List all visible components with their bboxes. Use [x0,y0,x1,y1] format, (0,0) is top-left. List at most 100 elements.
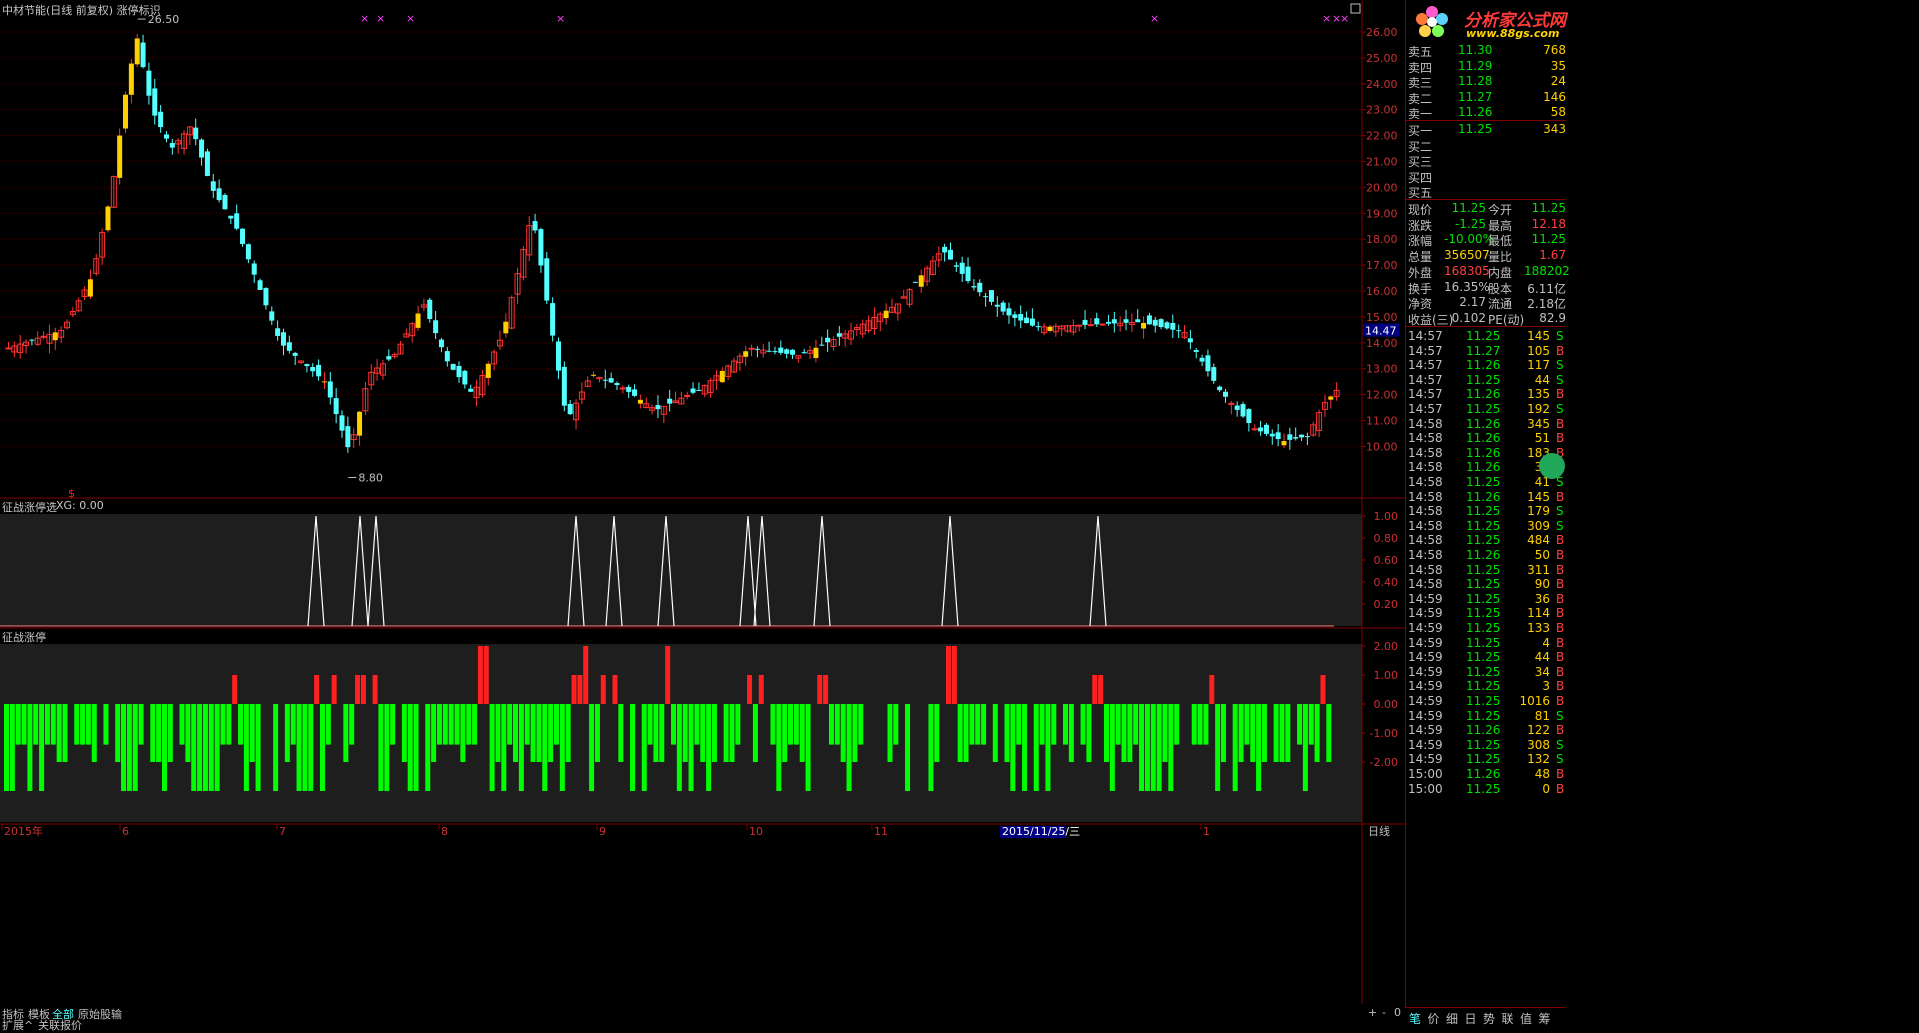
kline-chart[interactable]: 26.00 25.00 24.00 23.00 22.00 21.00 20.00 19.00… [0,0,1405,1004]
tick-cell: 44 [1534,650,1550,665]
candle-down [1193,350,1199,352]
candle-down [696,389,702,391]
cell: 2.17 [1459,295,1486,310]
hist-bar-green [682,704,688,762]
candle-down [199,139,205,158]
tick-cell: 114 [1527,606,1550,621]
bottom-tab[interactable]: 势 [1483,1010,1495,1027]
candle-down [1211,367,1217,381]
cell: 11.30 [1458,43,1493,57]
tick-cell: B [1556,664,1565,679]
maximize-icon [1350,3,1361,14]
hist-bar-green [454,704,460,745]
chart-area[interactable]: 26.00 25.00 24.00 23.00 22.00 21.00 20.00 19.00… [0,0,1405,1004]
date-label: 9 [599,825,606,838]
cell: 流通 [1488,297,1513,312]
quote-row: 涨跌 -1.25 最高 12.18 [1406,217,1566,233]
candle-down [1287,434,1293,440]
panel2-tick-label: -2.00 [1370,756,1398,769]
sell-row: 卖一 11.26 58 [1406,105,1566,121]
candle-down [222,194,228,210]
cell: 卖五 [1408,45,1433,59]
candle-down [333,398,339,415]
candle-down [836,333,842,337]
candle-down [240,228,246,244]
hist-bar-green [401,704,407,762]
hist-bar-green [1203,704,1209,745]
date-label: 7 [279,825,286,838]
cell: 涨跌 [1408,218,1433,233]
candle-down [1018,314,1024,321]
reset-button[interactable]: 0 [1394,1006,1401,1019]
bottom-tab[interactable]: 笔 [1409,1010,1421,1027]
cell: 买三 [1408,155,1433,169]
tab-related-quote[interactable]: 关联报价 [38,1017,82,1033]
hist-bar-green [688,704,694,791]
hist-bar-green [1109,704,1115,791]
zoom-in-button[interactable]: + [1368,1006,1377,1019]
date-label: 2015年 [4,824,43,838]
tick-cell: B [1556,621,1565,635]
candle-limit-up [637,399,643,404]
hist-bar-red [1209,675,1215,704]
float-badge-icon[interactable] [1539,453,1565,479]
tick-row: 14:59 11.25 36 B [1406,592,1566,606]
candle-limit-up [1047,326,1053,331]
bottom-tab[interactable]: 筹 [1539,1010,1551,1027]
panel1-tick-label: 0.80 [1374,532,1399,545]
tick-cell: B [1556,577,1565,592]
cell: 总量 [1408,250,1433,265]
hist-bar-green [1144,704,1150,791]
hist-bar-green [302,704,308,791]
panel2-tick-label: -1.00 [1370,727,1398,740]
tick-cell: S [1556,358,1564,373]
tick-cell: 4 [1542,635,1550,650]
hist-bar-green [161,704,167,791]
hist-bar-red [583,646,589,704]
hist-bar-green [179,704,185,745]
tick-row: 14:58 11.26 51 B [1406,431,1566,445]
bottom-tab[interactable]: 值 [1520,1010,1532,1027]
date-label: 11 [874,825,888,838]
zoom-out-button[interactable]: - [1382,1006,1386,1019]
hist-bar-green [653,704,659,762]
tick-cell: B [1556,387,1565,402]
hist-bar-green [472,704,478,745]
hist-bar-green [501,704,507,791]
tick-cell: 14:58 [1408,460,1443,475]
tick-cell: 11.25 [1466,679,1501,694]
candle-down [286,342,292,351]
tick-cell: 34 [1534,664,1550,679]
bottom-tab[interactable]: 联 [1502,1010,1514,1027]
candle-down [234,213,240,229]
hist-bar-green [1162,704,1168,762]
candle-down [555,341,561,371]
tab-origin[interactable]: 原始股输 [78,1006,122,1022]
hist-bar-red [372,675,378,704]
tab-expand[interactable]: 扩展^ [2,1017,33,1033]
candle-down [947,249,953,260]
candle-down [1176,330,1182,332]
top-marker: × [360,12,369,25]
bottom-tab[interactable]: 细 [1446,1010,1458,1027]
buy-row: 买一 11.25 343 [1406,122,1566,138]
hist-bar-red [331,675,337,704]
hist-bar-green [273,704,279,791]
sell-row: 卖二 11.27 146 [1406,90,1566,106]
price-tick-label: 15.00 [1366,311,1398,324]
candle-down [280,332,286,346]
cell: 卖二 [1408,91,1433,106]
hist-bar-green [325,704,331,745]
tick-cell: 11.25 [1466,591,1501,606]
bottom-tab[interactable]: 日 [1465,1010,1477,1027]
candle-down [632,389,638,396]
bottom-tab[interactable]: 价 [1428,1010,1440,1027]
candle-limit-up [719,370,725,383]
tick-cell: 11.25 [1466,694,1501,708]
tick-row: 14:58 11.26 50 B [1406,548,1566,562]
hist-bar-green [1004,704,1010,762]
hist-bar-green [647,704,653,745]
tick-cell: 14:58 [1408,431,1443,446]
candle-down [1135,319,1141,323]
price-tick-label: 11.00 [1366,415,1398,428]
